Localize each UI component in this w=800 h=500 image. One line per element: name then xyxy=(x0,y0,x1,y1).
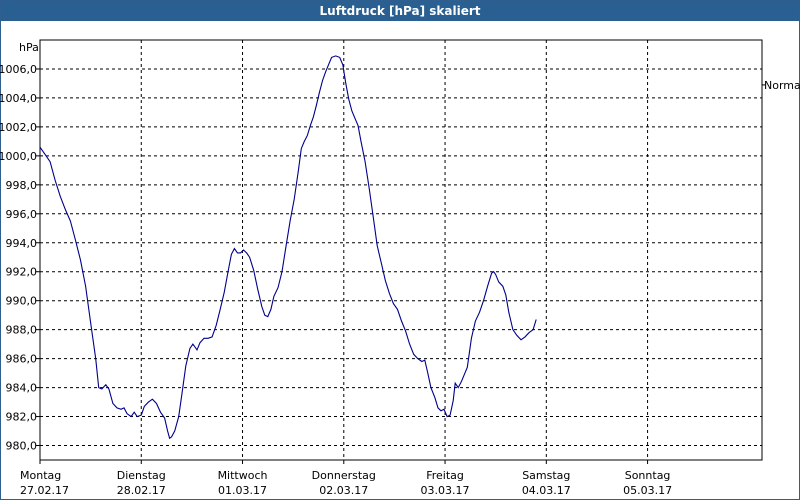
x-axis-ticks: Montag 27.02.17 Dienstag 28.02.17 Mittwoch 01… xyxy=(20,469,672,497)
x-tick-date-label: 28.02.17 xyxy=(117,484,166,497)
x-tick-date-label: 27.02.17 xyxy=(20,484,69,497)
pressure-chart: 980,0 982,0 984,0 986,0 988,0 990,0 992,0 994,0… xyxy=(0,39,800,497)
y-tick-label: 982,0 xyxy=(6,411,38,424)
y-tick-label: 986,0 xyxy=(6,353,38,366)
y-tick-label: 1002,0 xyxy=(0,121,37,134)
x-tick-date-label: 03.03.17 xyxy=(421,484,470,497)
x-tick-date-label: 01.03.17 xyxy=(218,484,267,497)
y-tick-label: 998,0 xyxy=(6,179,38,192)
y-tick-label: 980,0 xyxy=(6,440,38,453)
x-tick-day-label: Samstag xyxy=(522,469,570,482)
y-tick-label: 1000,0 xyxy=(0,150,37,163)
x-tick-date-label: 05.03.17 xyxy=(623,484,672,497)
y-axis-unit: hPa xyxy=(19,41,39,54)
x-tick-day-label: Sonntag xyxy=(625,469,671,482)
y-tick-label: 990,0 xyxy=(6,295,38,308)
y-tick-label: 996,0 xyxy=(6,208,38,221)
x-tick-day-label: Donnerstag xyxy=(312,469,376,482)
plot-area xyxy=(39,39,763,461)
x-tick-date-label: 04.03.17 xyxy=(522,484,571,497)
y-tick-label: 988,0 xyxy=(6,324,38,337)
x-tick-day-label: Mittwoch xyxy=(218,469,268,482)
x-tick-date-label: 02.03.17 xyxy=(319,484,368,497)
y-tick-label: 994,0 xyxy=(6,237,38,250)
y-axis-ticks: 980,0 982,0 984,0 986,0 988,0 990,0 992,0 994,0… xyxy=(0,63,37,453)
x-tick-day-label: Dienstag xyxy=(117,469,166,482)
y-tick-label: 984,0 xyxy=(6,382,38,395)
y-tick-label: 1004,0 xyxy=(0,92,37,105)
x-tick-day-label: Montag xyxy=(20,469,61,482)
y-tick-label: 1006,0 xyxy=(0,63,37,76)
reference-label: Normal xyxy=(764,79,800,92)
y-tick-label: 992,0 xyxy=(6,266,38,279)
x-tick-day-label: Freitag xyxy=(426,469,464,482)
